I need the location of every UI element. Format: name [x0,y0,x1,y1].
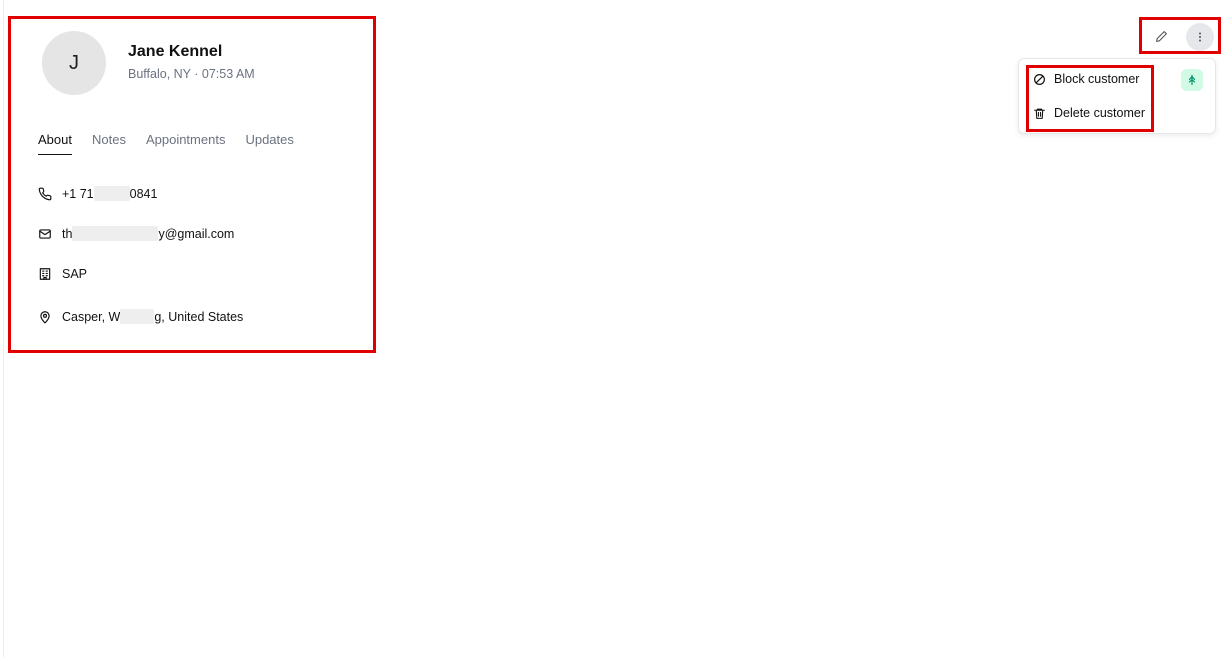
profile-tabs: About Notes Appointments Updates [38,132,314,155]
left-divider [3,0,4,657]
redacted-block [93,186,130,201]
edit-button[interactable] [1149,24,1173,48]
address-row: Casper, W g, United States [38,309,243,324]
tab-about[interactable]: About [38,132,72,155]
email-value-end: y@gmail.com [158,226,235,241]
address-value-end: g, United States [154,309,244,324]
address-value-start: Casper, W [62,309,121,324]
block-customer-menu-item[interactable]: Block customer [1032,72,1139,86]
extension-badge[interactable] [1181,69,1203,91]
ban-icon [1032,72,1046,86]
more-vertical-icon [1194,31,1206,43]
building-icon [38,267,52,281]
tab-appointments[interactable]: Appointments [146,132,226,155]
phone-row: +1 71 0841 [38,186,157,201]
tree-icon [1186,74,1198,86]
phone-value-start: +1 71 [62,186,94,201]
company-value: SAP [62,267,88,281]
phone-icon [38,187,52,201]
delete-customer-label: Delete customer [1054,106,1146,120]
email-row: th y@gmail.com [38,226,234,241]
map-pin-icon [38,310,52,324]
email-value-start: th [62,226,73,241]
redacted-block [72,226,159,241]
avatar: J [42,31,106,95]
customer-name: Jane Kennel [128,43,223,60]
block-customer-label: Block customer [1054,72,1140,86]
delete-customer-menu-item[interactable]: Delete customer [1032,106,1145,120]
customer-profile-card: J Jane Kennel Buffalo, NY · 07:53 AM Abo… [8,16,376,353]
customer-location-time: Buffalo, NY · 07:53 AM [128,67,255,81]
phone-value-end: 0841 [129,186,158,201]
redacted-block [120,309,155,324]
mail-icon [38,227,52,241]
company-row: SAP [38,267,87,281]
pencil-icon [1155,30,1168,43]
tab-updates[interactable]: Updates [245,132,293,155]
trash-icon [1032,106,1046,120]
tab-notes[interactable]: Notes [92,132,126,155]
more-options-button[interactable] [1186,23,1214,51]
